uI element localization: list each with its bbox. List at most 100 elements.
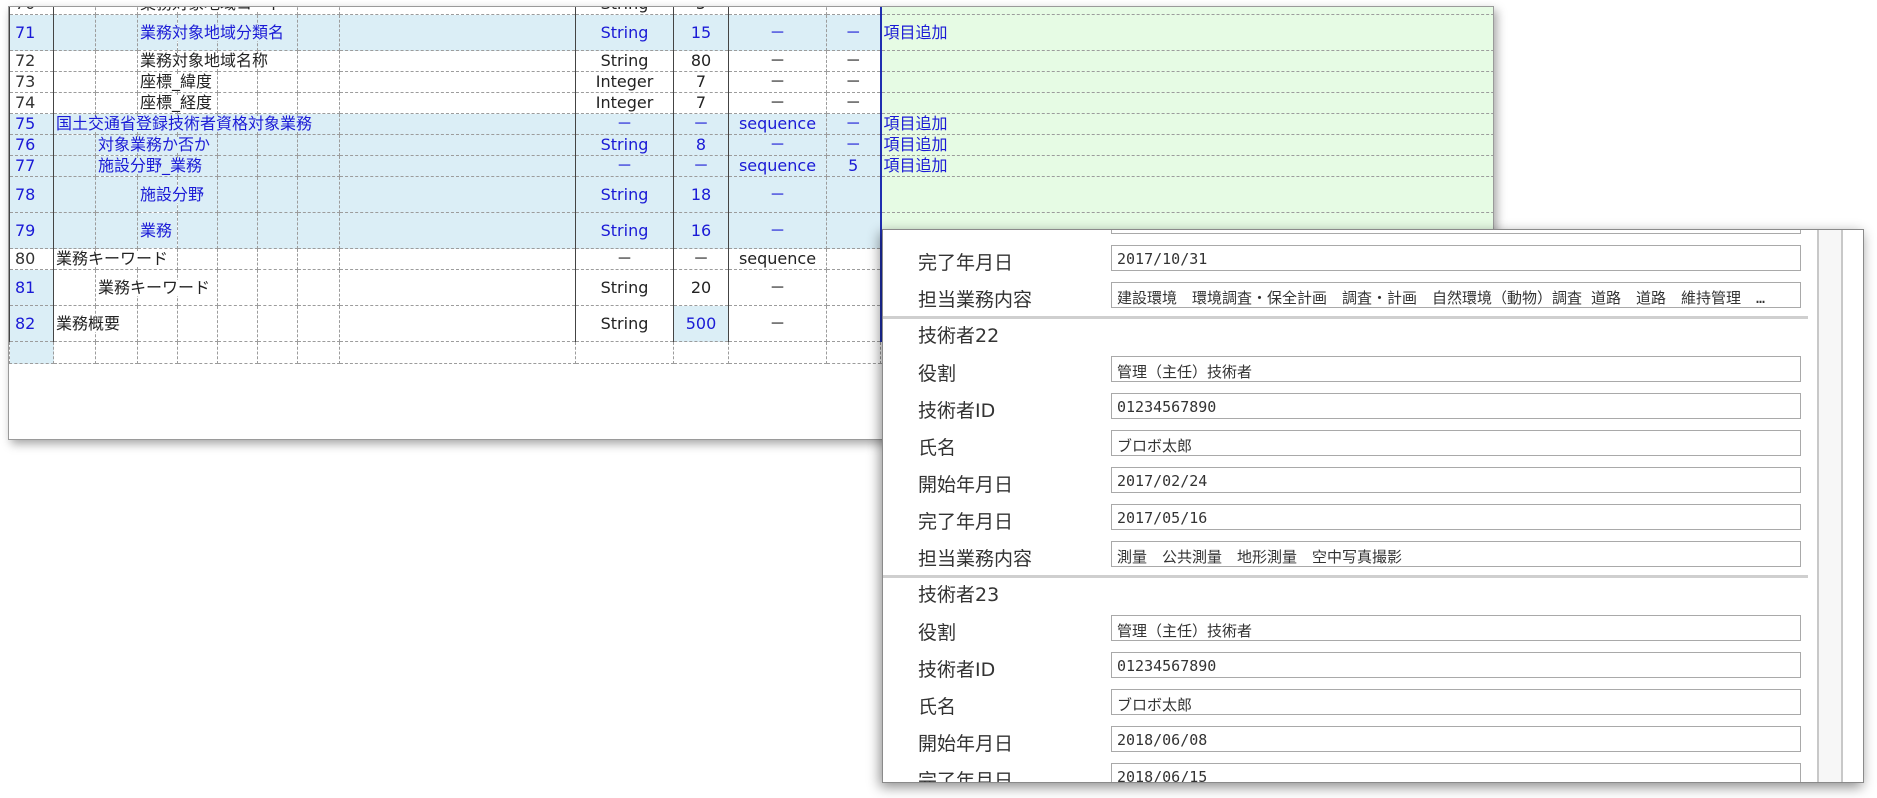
sequence-cell[interactable]: － — [728, 50, 827, 72]
indent-cell[interactable] — [217, 176, 258, 213]
type-cell[interactable]: String — [575, 14, 674, 51]
table-row[interactable]: 70業務対象地域コードString5－－ — [9, 7, 1493, 15]
indent-cell[interactable] — [217, 155, 258, 177]
empty-cell[interactable] — [575, 341, 674, 364]
item-name-cell[interactable]: 業務対象地域分類名 — [137, 14, 288, 51]
indent-cell[interactable] — [217, 305, 258, 342]
indent-cell[interactable] — [53, 176, 96, 213]
indent-cell[interactable] — [257, 155, 298, 177]
indent-cell[interactable] — [53, 155, 96, 177]
row-number-cell[interactable]: 79 — [9, 212, 54, 249]
row-number-cell[interactable]: 70 — [9, 7, 54, 15]
indent-cell[interactable] — [53, 212, 96, 249]
item-name-cell[interactable]: 業務キーワード — [95, 269, 214, 306]
indent-cell[interactable] — [53, 269, 96, 306]
max-cell[interactable]: － — [826, 50, 881, 72]
indent-cell[interactable] — [95, 212, 138, 249]
field-value[interactable]: 建設環境 環境調査・保全計画 調査・計画 自然環境（動物）調査 道路 道路 維持… — [1111, 282, 1801, 308]
indent-cell[interactable] — [53, 71, 96, 93]
indent-cell[interactable] — [257, 269, 298, 306]
indent-cell[interactable] — [177, 305, 218, 342]
indent-cell[interactable] — [257, 305, 298, 342]
sequence-cell[interactable]: － — [728, 7, 827, 15]
type-cell[interactable]: String — [575, 269, 674, 306]
indent-cell[interactable] — [217, 92, 258, 114]
spacer-cell[interactable] — [339, 305, 576, 342]
item-name-cell[interactable]: 業務対象地域名称 — [137, 50, 272, 72]
item-name-cell[interactable]: 施設分野 — [137, 176, 208, 213]
indent-cell[interactable] — [95, 14, 138, 51]
length-cell[interactable]: 8 — [673, 134, 729, 156]
indent-cell[interactable] — [257, 248, 298, 270]
sequence-cell[interactable]: sequence — [728, 113, 827, 135]
row-number-cell[interactable]: 82 — [9, 305, 54, 342]
empty-cell[interactable] — [177, 341, 218, 364]
note-cell[interactable] — [879, 50, 1493, 72]
table-row[interactable]: 73 座標_緯度 Integer 7 －－ — [9, 71, 1493, 93]
indent-cell[interactable] — [297, 305, 340, 342]
field-value[interactable]: 測量 公共測量 地形測量 空中写真撮影 — [1111, 541, 1801, 567]
max-cell[interactable] — [826, 176, 881, 213]
note-cell[interactable]: 項目追加 — [879, 14, 1493, 51]
empty-cell[interactable] — [95, 341, 138, 364]
table-row[interactable]: 71 業務対象地域分類名 String 15 －－項目追加 — [9, 14, 1493, 51]
indent-cell[interactable] — [217, 212, 258, 249]
sequence-cell[interactable]: － — [728, 269, 827, 306]
item-name-cell[interactable]: 座標_経度 — [137, 92, 216, 114]
note-cell[interactable] — [879, 7, 1493, 15]
spacer-cell[interactable] — [339, 176, 576, 213]
note-cell[interactable] — [879, 176, 1493, 213]
indent-cell[interactable] — [297, 212, 340, 249]
indent-cell[interactable] — [53, 50, 96, 72]
max-cell[interactable]: 5 — [826, 155, 881, 177]
max-cell[interactable]: － — [826, 7, 881, 15]
table-row[interactable]: 75 国土交通省登録技術者資格対象業務－－ sequence －項目追加 — [9, 113, 1493, 135]
indent-cell[interactable] — [257, 212, 298, 249]
note-cell[interactable]: 項目追加 — [879, 113, 1493, 135]
field-value[interactable]: ブロボ太郎 — [1111, 430, 1801, 456]
table-row[interactable]: 77 施設分野_業務－－ sequence 5 項目追加 — [9, 155, 1493, 177]
spacer-cell[interactable] — [339, 155, 576, 177]
length-cell[interactable]: 18 — [673, 176, 729, 213]
sequence-cell[interactable]: － — [728, 92, 827, 114]
indent-cell[interactable] — [177, 248, 218, 270]
table-row[interactable]: 74 座標_経度 Integer 7 －－ — [9, 92, 1493, 114]
sequence-cell[interactable]: － — [728, 71, 827, 93]
note-cell[interactable] — [879, 92, 1493, 114]
max-cell[interactable]: － — [826, 113, 881, 135]
field-value[interactable]: 管理（主任）技術者 — [1111, 356, 1801, 382]
indent-cell[interactable] — [297, 7, 340, 15]
indent-cell[interactable] — [297, 50, 340, 72]
table-row[interactable]: 72 業務対象地域名称 String 80 －－ — [9, 50, 1493, 72]
type-cell[interactable]: String — [575, 50, 674, 72]
sequence-cell[interactable]: － — [728, 212, 827, 249]
indent-cell[interactable] — [297, 14, 340, 51]
indent-cell[interactable] — [53, 7, 96, 15]
spacer-cell[interactable] — [339, 113, 576, 135]
indent-cell[interactable] — [137, 305, 178, 342]
table-row[interactable]: 76 対象業務か否か String 8 －－項目追加 — [9, 134, 1493, 156]
length-cell[interactable]: － — [673, 248, 729, 270]
spacer-cell[interactable] — [339, 134, 576, 156]
note-cell[interactable]: 項目追加 — [879, 155, 1493, 177]
empty-cell[interactable] — [9, 341, 54, 364]
empty-cell[interactable] — [217, 341, 258, 364]
indent-cell[interactable] — [95, 92, 138, 114]
type-cell[interactable]: String — [575, 305, 674, 342]
spacer-cell[interactable] — [339, 212, 576, 249]
field-value[interactable]: 2017/10/31 — [1111, 245, 1801, 271]
max-cell[interactable]: － — [826, 134, 881, 156]
row-number-cell[interactable]: 76 — [9, 134, 54, 156]
indent-cell[interactable] — [297, 134, 340, 156]
field-value[interactable]: 01234567890 — [1111, 652, 1801, 678]
spacer-cell[interactable] — [339, 50, 576, 72]
length-cell[interactable]: － — [673, 113, 729, 135]
spacer-cell[interactable] — [339, 92, 576, 114]
indent-cell[interactable] — [53, 134, 96, 156]
max-cell[interactable] — [826, 269, 881, 306]
field-value[interactable]: 2017/05/16 — [1111, 504, 1801, 530]
indent-cell[interactable] — [297, 155, 340, 177]
field-value[interactable]: 2018/06/15 — [1111, 763, 1801, 782]
empty-cell[interactable] — [53, 341, 96, 364]
empty-cell[interactable] — [728, 341, 827, 364]
